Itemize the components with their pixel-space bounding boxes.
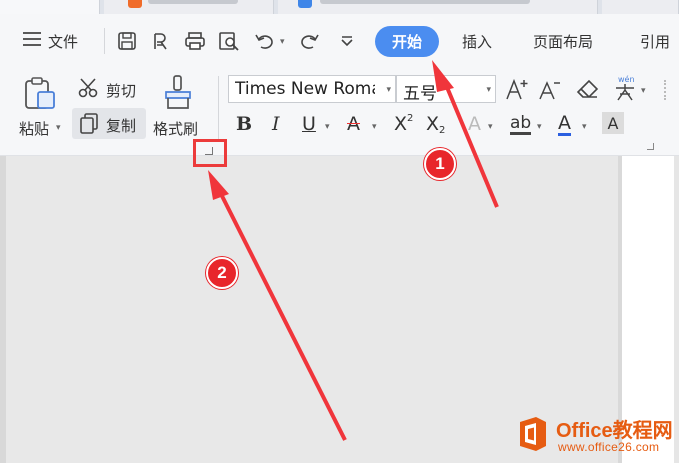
office-logo-icon xyxy=(520,417,546,451)
annotation-arrowhead-1 xyxy=(432,60,454,92)
annotation-arrowhead-2 xyxy=(208,170,229,200)
annotation-arrow-1 xyxy=(442,79,499,208)
annotation-arrows xyxy=(208,60,499,441)
watermark: Office教程网 www.office26.com xyxy=(512,410,677,458)
annotation-badge-1: 1 xyxy=(424,148,456,180)
annotation-arrow-2 xyxy=(216,187,347,441)
annotation-badge-2: 2 xyxy=(206,257,238,289)
watermark-title: Office教程网 xyxy=(556,420,673,442)
watermark-url: www.office26.com xyxy=(558,440,660,454)
